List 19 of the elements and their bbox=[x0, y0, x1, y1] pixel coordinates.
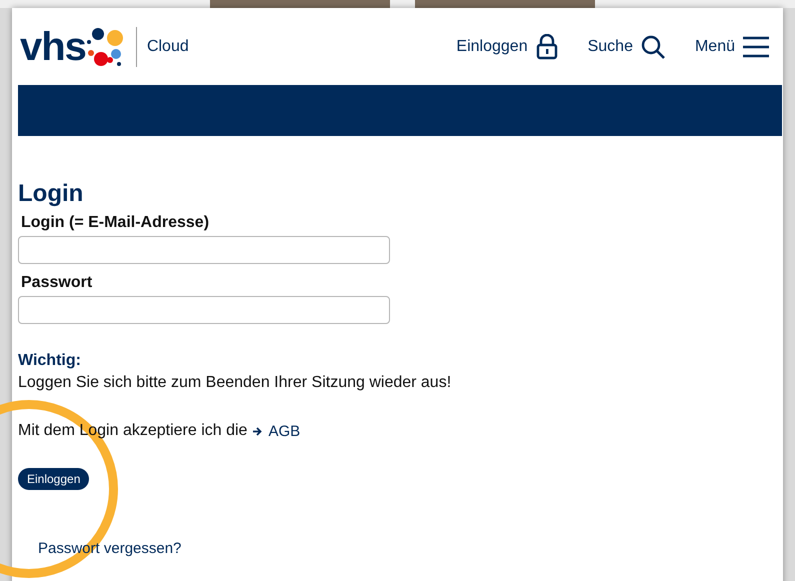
search-icon bbox=[640, 34, 665, 58]
field-label: Passwort bbox=[21, 274, 92, 292]
page-title: Login bbox=[18, 180, 84, 208]
lock-icon bbox=[536, 34, 558, 60]
arrow-icon bbox=[253, 426, 262, 436]
product-name: Cloud bbox=[146, 38, 189, 56]
input-field[interactable] bbox=[18, 236, 390, 264]
input-field[interactable] bbox=[18, 296, 390, 324]
terms-link[interactable]: AGB bbox=[268, 422, 300, 440]
menu-button[interactable]: Menü bbox=[694, 36, 769, 58]
notice-text: Loggen Sie sich bitte zum Beenden Ihrer Sitzung wieder aus! bbox=[18, 374, 452, 392]
dots-logo-icon bbox=[86, 26, 126, 68]
search-button[interactable]: Suche bbox=[588, 34, 665, 58]
field-label: Login (= E-Mail-Adresse) bbox=[21, 214, 210, 232]
logo-text: vhs bbox=[20, 26, 86, 66]
login-button[interactable]: Einloggen bbox=[18, 468, 90, 490]
notice-title: Wichtig: bbox=[18, 352, 81, 370]
menu-icon bbox=[743, 36, 769, 58]
login-button[interactable]: Einloggen bbox=[456, 34, 558, 60]
